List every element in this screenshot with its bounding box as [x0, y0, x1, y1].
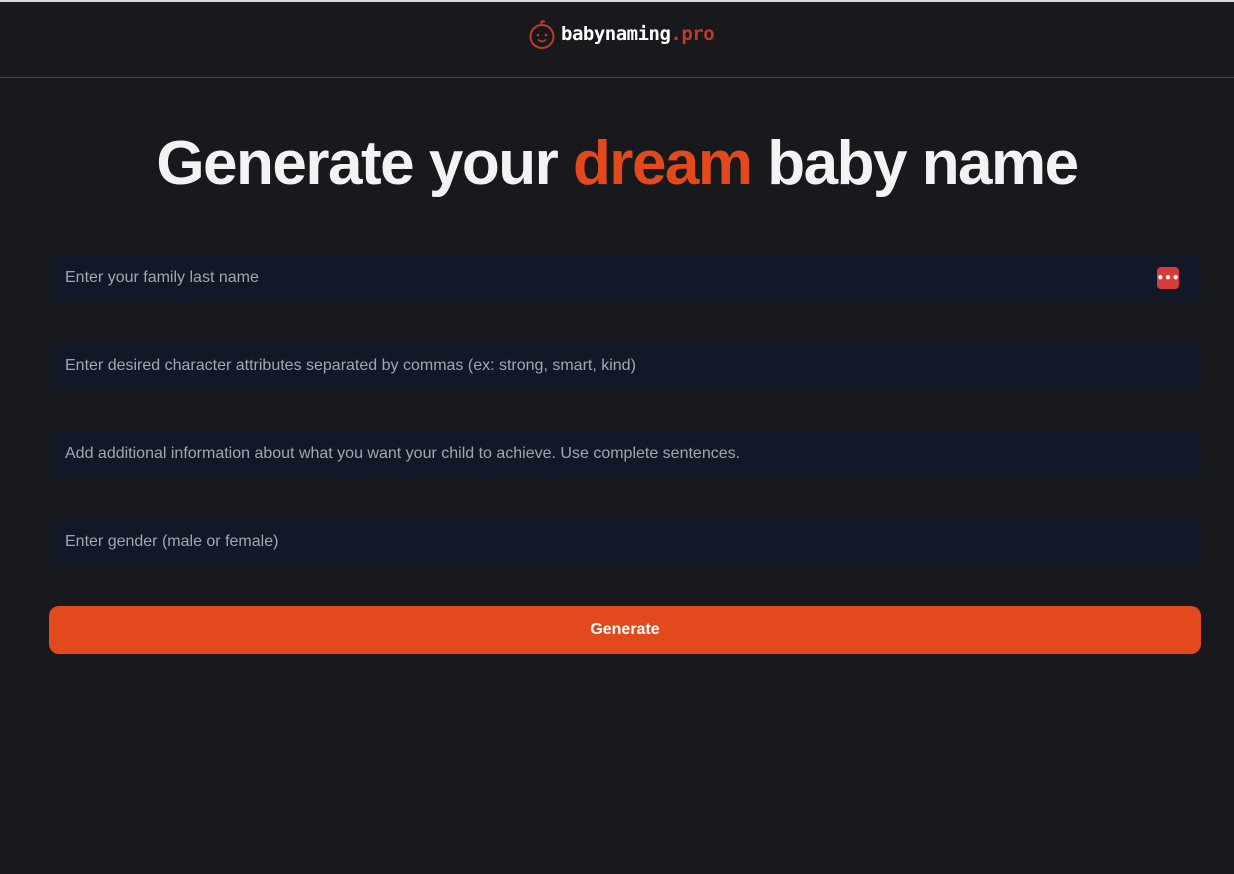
last-name-field: ••• — [49, 254, 1201, 302]
attributes-field — [49, 342, 1201, 390]
generate-button[interactable]: Generate — [49, 606, 1201, 654]
title-part-1: Generate your — [156, 129, 573, 198]
title-accent: dream — [572, 129, 753, 198]
brand-name-tld: .pro — [670, 23, 715, 45]
attributes-input[interactable] — [49, 342, 1201, 390]
title-part-2: baby name — [751, 129, 1079, 198]
gender-input[interactable] — [49, 518, 1201, 566]
brand-name: babynaming.pro — [561, 23, 715, 45]
last-name-input[interactable] — [49, 254, 1201, 302]
password-manager-icon[interactable]: ••• — [1157, 267, 1180, 289]
additional-info-input[interactable] — [49, 430, 1201, 478]
page-title: Generate your dream baby name — [0, 128, 1234, 199]
additional-info-field — [49, 430, 1201, 478]
site-header: babynaming.pro — [0, 2, 1234, 78]
brand-name-main: babynaming — [561, 23, 671, 45]
brand-link[interactable]: babynaming.pro — [527, 18, 715, 50]
baby-face-icon — [529, 20, 555, 49]
gender-field — [49, 518, 1201, 566]
